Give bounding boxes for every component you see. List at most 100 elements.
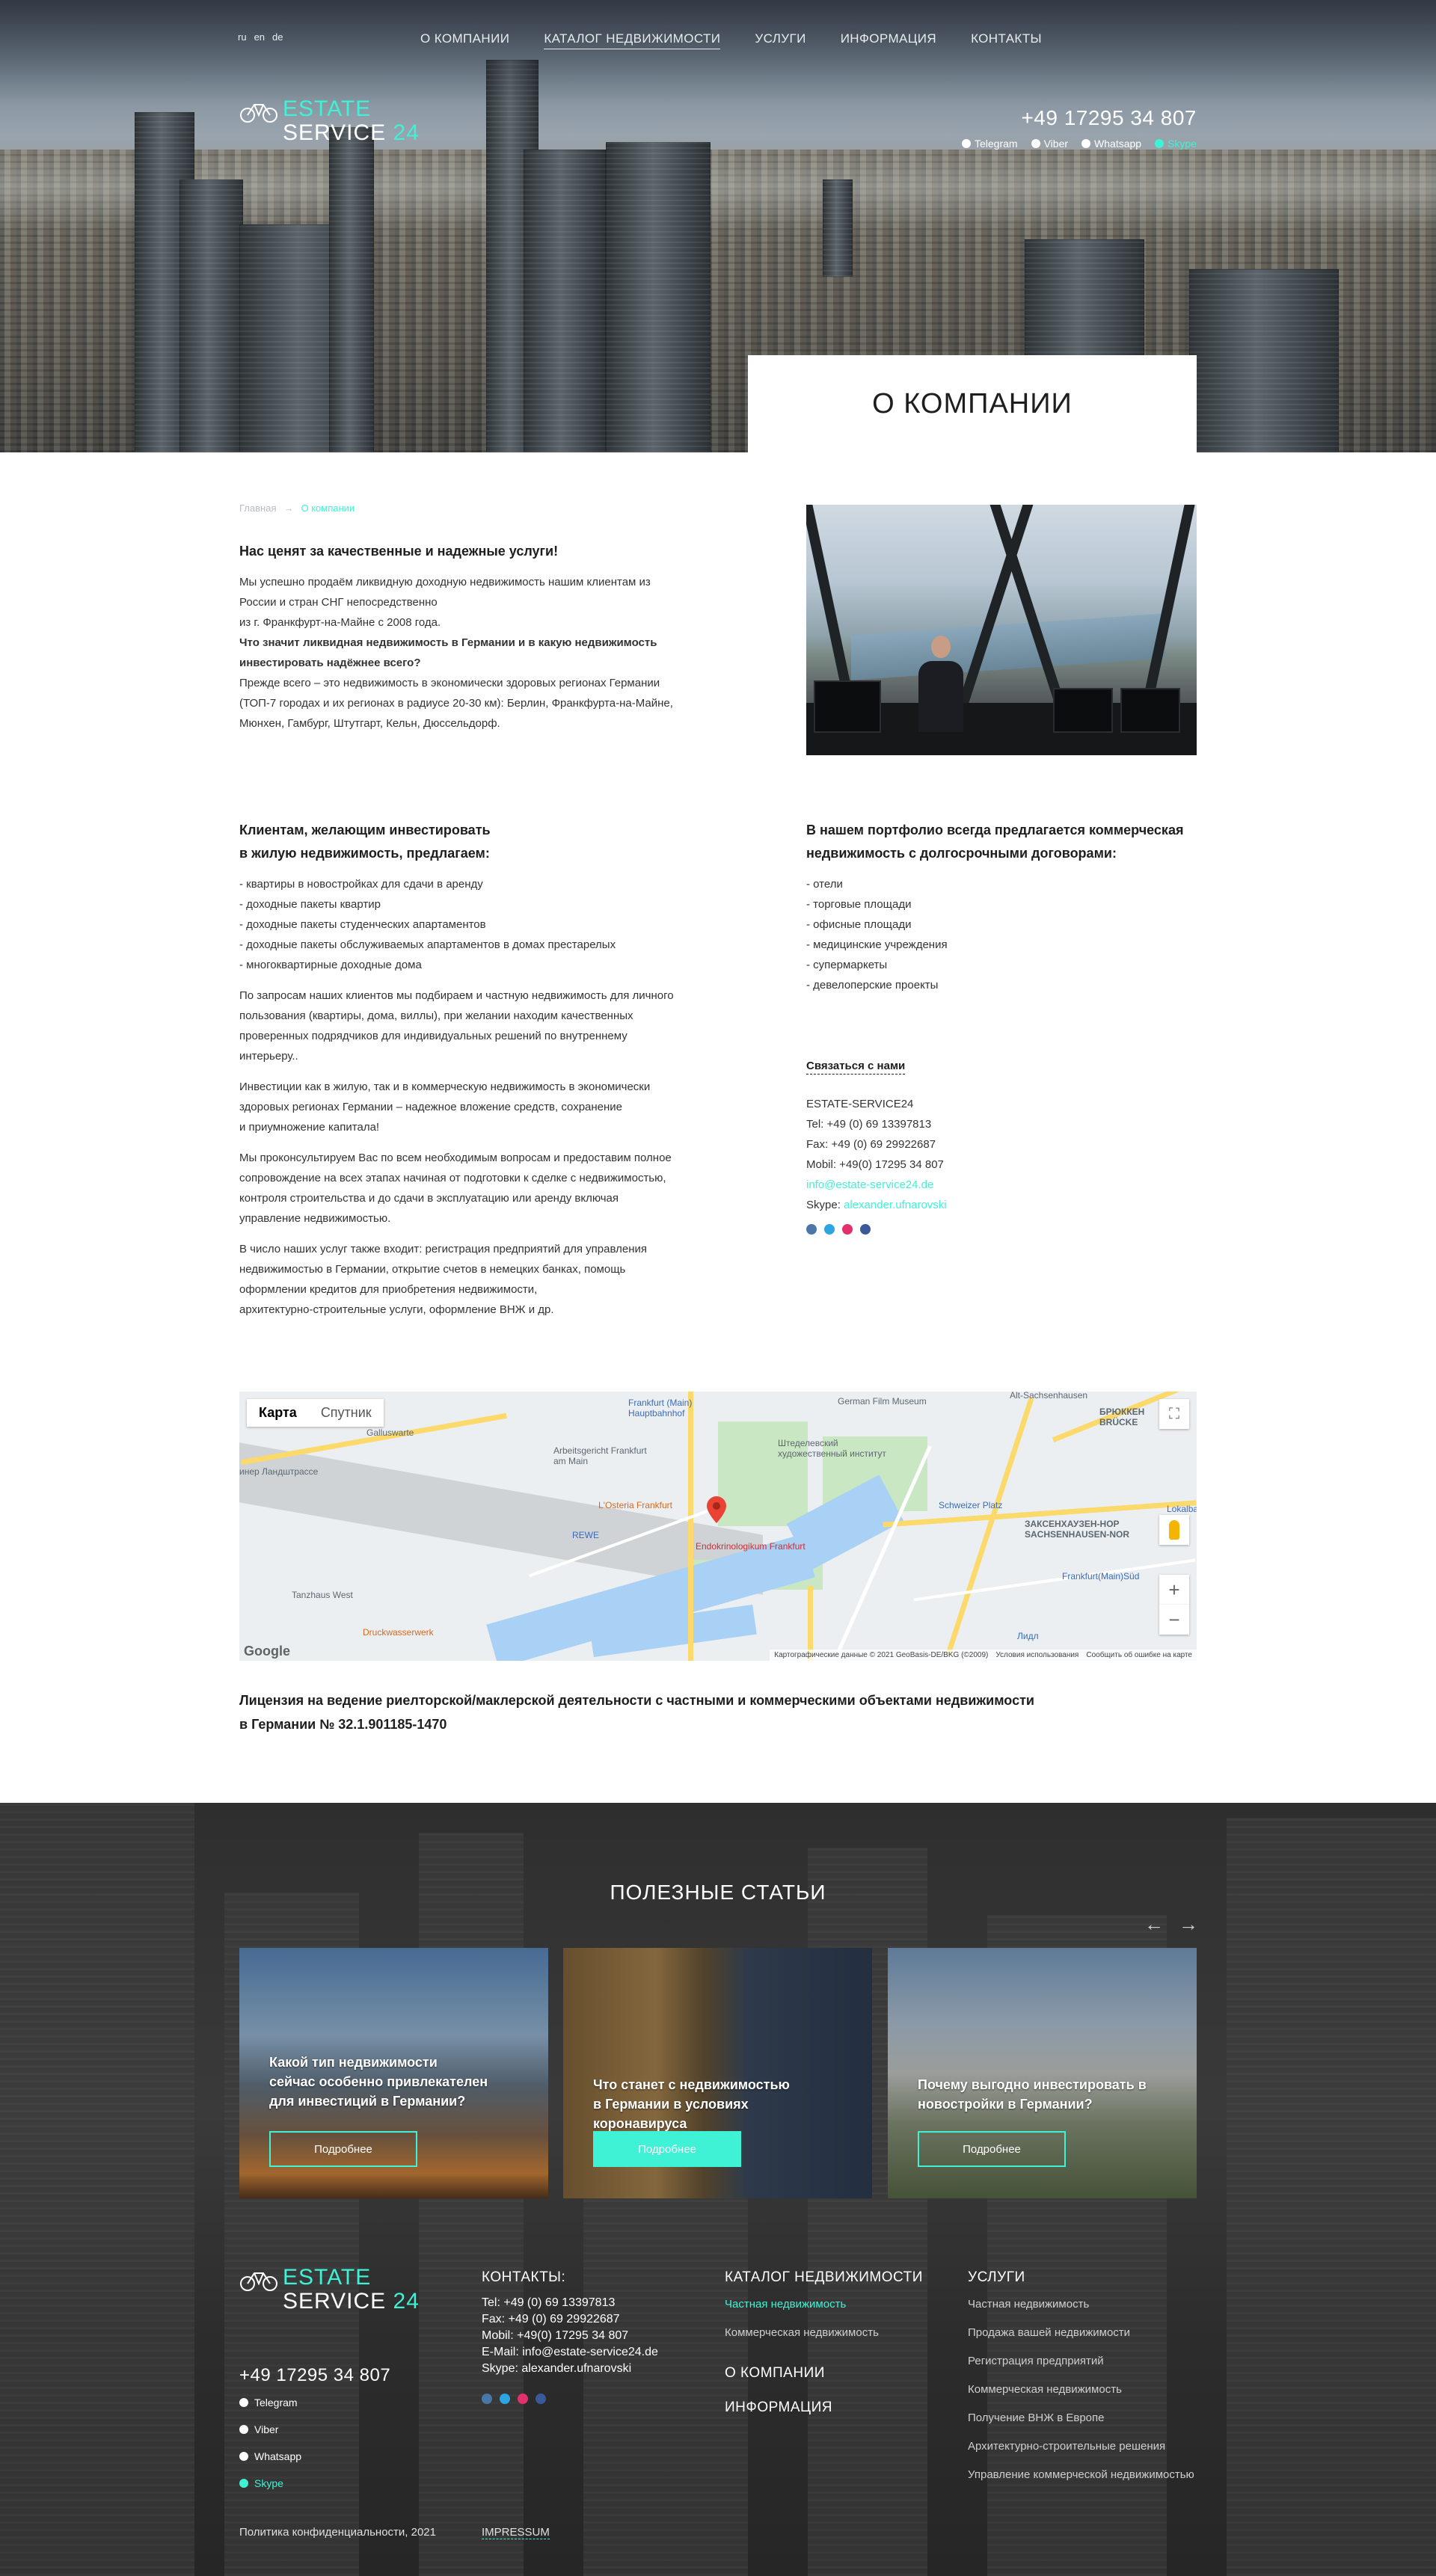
intro-heading: Нас ценят за качественные и надежные усл… bbox=[239, 544, 559, 559]
articles-title: ПОЛЕЗНЫЕ СТАТЬИ bbox=[610, 1881, 826, 1904]
bicycle-icon bbox=[240, 2272, 277, 2291]
article-more-button[interactable]: Подробнее bbox=[269, 2131, 417, 2167]
footer-service-link[interactable]: Регистрация предприятий bbox=[968, 2347, 1194, 2376]
whatsapp-icon bbox=[1081, 139, 1091, 148]
contact-fax: Fax: +49 (0) 69 29922687 bbox=[806, 1138, 936, 1151]
footer-catalog-heading[interactable]: КАТАЛОГ НЕДВИЖИМОСТИ bbox=[725, 2269, 923, 2286]
article-more-button[interactable]: Подробнее bbox=[918, 2131, 1066, 2167]
telegram-link[interactable]: Telegram bbox=[962, 138, 1018, 150]
consult-paragraph: Мы проконсультируем Вас по всем необходи… bbox=[239, 1152, 672, 1225]
skype-link[interactable]: Skype bbox=[1155, 138, 1197, 150]
article-more-button[interactable]: Подробнее bbox=[593, 2131, 741, 2167]
location-pin-icon[interactable] bbox=[707, 1496, 726, 1523]
vk-icon[interactable] bbox=[482, 2394, 492, 2404]
breadcrumb-home[interactable]: Главная bbox=[239, 502, 276, 514]
fullscreen-icon[interactable]: ⛶ bbox=[1159, 1399, 1189, 1429]
residential-list: - квартиры в новостройках для сдачи в ар… bbox=[239, 874, 711, 975]
telegram-icon bbox=[239, 2398, 248, 2407]
footer-messengers: Telegram Viber Whatsapp Skype bbox=[239, 2397, 301, 2489]
instagram-icon[interactable] bbox=[842, 1224, 853, 1235]
list-item: - доходные пакеты студенческих апартамен… bbox=[239, 918, 486, 931]
commercial-heading-1: В нашем портфолио всегда предлагается ко… bbox=[806, 823, 1184, 837]
nav-contacts[interactable]: КОНТАКТЫ bbox=[971, 31, 1042, 49]
lang-en[interactable]: en bbox=[254, 31, 265, 43]
commercial-heading-2: недвижимость с долгосрочными договорами: bbox=[806, 846, 1117, 861]
arrow-right-icon[interactable]: → bbox=[1179, 1914, 1198, 1934]
footer-whatsapp-link[interactable]: Whatsapp bbox=[239, 2450, 301, 2462]
zoom-out-icon[interactable]: − bbox=[1159, 1605, 1189, 1635]
footer-service-link[interactable]: Управление коммерческой недвижимостью bbox=[968, 2461, 1194, 2489]
facebook-icon[interactable] bbox=[536, 2394, 546, 2404]
footer-contacts: КОНТАКТЫ: Tel: +49 (0) 69 13397813 Fax: … bbox=[482, 2269, 658, 2404]
footer-viber-link[interactable]: Viber bbox=[239, 2423, 301, 2435]
nav-about[interactable]: О КОМПАНИИ bbox=[420, 31, 509, 49]
vk-icon[interactable] bbox=[806, 1224, 817, 1235]
skype-icon bbox=[239, 2479, 248, 2488]
list-item: - доходные пакеты обслуживаемых апартаме… bbox=[239, 938, 616, 951]
footer-logo[interactable]: ESTATE SERVICE 24 bbox=[239, 2266, 420, 2314]
article-card[interactable]: Какой тип недвижимости сейчас особенно п… bbox=[239, 1948, 548, 2198]
instagram-icon[interactable] bbox=[518, 2394, 528, 2404]
header-phone[interactable]: +49 17295 34 807 bbox=[1021, 106, 1197, 130]
whatsapp-icon bbox=[239, 2452, 248, 2461]
lang-de[interactable]: de bbox=[272, 31, 283, 43]
google-map[interactable]: Карта Спутник Galluswarte Arbeitsgericht… bbox=[239, 1392, 1197, 1661]
footer-link-private[interactable]: Частная недвижимость bbox=[725, 2290, 923, 2319]
commercial-section: В нашем портфолио всегда предлагается ко… bbox=[806, 819, 1197, 995]
viber-link[interactable]: Viber bbox=[1031, 138, 1068, 150]
article-title: Какой тип недвижимости сейчас особенно п… bbox=[269, 2055, 488, 2109]
main-nav: О КОМПАНИИ КАТАЛОГ НЕДВИЖИМОСТИ УСЛУГИ И… bbox=[420, 31, 1042, 49]
whatsapp-link[interactable]: Whatsapp bbox=[1081, 138, 1141, 150]
footer-link-commercial[interactable]: Коммерческая недвижимость bbox=[725, 2319, 923, 2347]
map-terms-link[interactable]: Условия использования bbox=[995, 1651, 1078, 1659]
contact-heading[interactable]: Связаться с нами bbox=[806, 1059, 906, 1075]
article-card[interactable]: Почему выгодно инвестировать в новострой… bbox=[888, 1948, 1197, 2198]
breadcrumb-separator: → bbox=[283, 502, 294, 514]
viber-icon bbox=[239, 2425, 248, 2434]
privacy-link[interactable]: Политика конфиденциальности, 2021 bbox=[239, 2526, 436, 2539]
footer-skype-link[interactable]: Skype bbox=[239, 2477, 301, 2489]
footer-service-link[interactable]: Получение ВНЖ в Европе bbox=[968, 2404, 1194, 2432]
map-type-toggle: Карта Спутник bbox=[247, 1399, 384, 1427]
facebook-icon[interactable] bbox=[860, 1224, 871, 1235]
contact-block: Связаться с нами ESTATE-SERVICE24 Tel: +… bbox=[806, 1056, 1197, 1235]
footer-service-link[interactable]: Частная недвижимость bbox=[968, 2290, 1194, 2319]
logo-line2: SERVICE bbox=[283, 120, 387, 145]
list-item: - медицинские учреждения bbox=[806, 938, 948, 951]
contact-email[interactable]: info@estate-service24.de bbox=[806, 1175, 1197, 1195]
contact-tel[interactable]: Tel: +49 (0) 69 13397813 bbox=[806, 1114, 1197, 1134]
footer-services-heading[interactable]: УСЛУГИ bbox=[968, 2269, 1194, 2286]
map-tab-satellite[interactable]: Спутник bbox=[309, 1399, 384, 1427]
nav-services[interactable]: УСЛУГИ bbox=[755, 31, 806, 49]
contact-mobil[interactable]: Mobil: +49(0) 17295 34 807 bbox=[806, 1155, 1197, 1175]
arrow-left-icon[interactable]: ← bbox=[1144, 1914, 1164, 1934]
footer-telegram-link[interactable]: Telegram bbox=[239, 2397, 301, 2409]
footer-phone[interactable]: +49 17295 34 807 bbox=[239, 2365, 390, 2386]
telegram-icon[interactable] bbox=[500, 2394, 510, 2404]
article-title: Что станет с недвижимостью в Германии в … bbox=[593, 2077, 790, 2131]
logo-number: 24 bbox=[393, 120, 420, 145]
contact-skype[interactable]: alexander.ufnarovski bbox=[844, 1199, 947, 1211]
footer-service-link[interactable]: Коммерческая недвижимость bbox=[968, 2376, 1194, 2404]
footer-service-link[interactable]: Архитектурно-строительные решения bbox=[968, 2432, 1194, 2461]
footer-info-link[interactable]: ИНФОРМАЦИЯ bbox=[725, 2400, 923, 2416]
site-logo[interactable]: ESTATE SERVICE 24 bbox=[239, 97, 420, 145]
footer-catalog: КАТАЛОГ НЕДВИЖИМОСТИ Частная недвижимост… bbox=[725, 2269, 923, 2416]
nav-catalog[interactable]: КАТАЛОГ НЕДВИЖИМОСТИ bbox=[544, 31, 721, 49]
footer-service-link[interactable]: Продажа вашей недвижимости bbox=[968, 2319, 1194, 2347]
lang-ru[interactable]: ru bbox=[238, 31, 247, 43]
map-tab-map[interactable]: Карта bbox=[247, 1399, 309, 1427]
map-report-link[interactable]: Сообщить об ошибке на карте bbox=[1086, 1651, 1192, 1659]
nav-info[interactable]: ИНФОРМАЦИЯ bbox=[841, 31, 936, 49]
pegman-icon[interactable] bbox=[1159, 1515, 1189, 1545]
footer-about-link[interactable]: О КОМПАНИИ bbox=[725, 2365, 923, 2382]
footer-services: УСЛУГИ Частная недвижимость Продажа ваше… bbox=[968, 2269, 1194, 2489]
breadcrumb-current: О компании bbox=[301, 502, 355, 514]
google-logo: Google bbox=[244, 1644, 290, 1659]
impressum-link[interactable]: IMPRESSUM bbox=[482, 2526, 550, 2539]
zoom-in-icon[interactable]: + bbox=[1159, 1575, 1189, 1605]
telegram-icon[interactable] bbox=[824, 1224, 835, 1235]
article-card[interactable]: Что станет с недвижимостью в Германии в … bbox=[563, 1948, 872, 2198]
logo-line1: ESTATE bbox=[283, 96, 372, 121]
license-text: Лицензия на ведение риелторской/маклерск… bbox=[239, 1693, 1034, 1732]
